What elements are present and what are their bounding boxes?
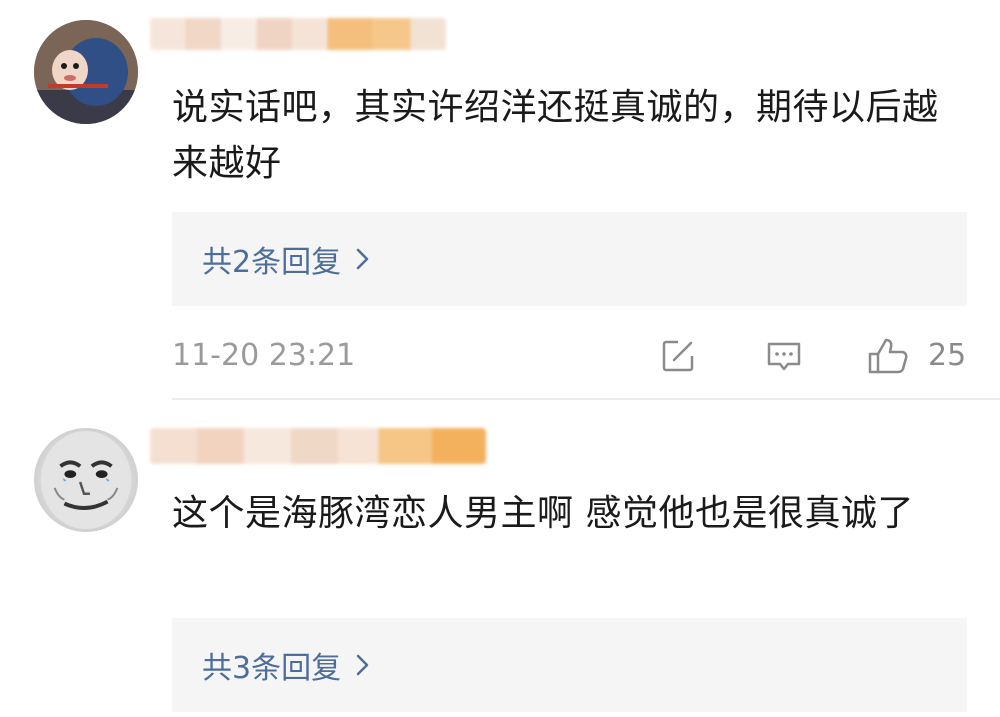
comment-bubble-icon	[767, 342, 801, 371]
chevron-right-icon	[356, 654, 369, 676]
comment-item: 说实话吧，其实许绍洋还挺真诚的，期待以后越来越好 共2条回复 11-20 23:…	[0, 0, 1000, 398]
reply-button[interactable]	[764, 336, 804, 376]
timestamp: 11-20 23:21	[172, 338, 356, 373]
comment-item: 这个是海豚湾恋人男主啊 感觉他也是很真诚了 共3条回复	[0, 398, 1000, 717]
username-blurred[interactable]	[150, 428, 486, 464]
chevron-right-icon	[356, 248, 369, 270]
comment-text: 说实话吧，其实许绍洋还挺真诚的，期待以后越来越好	[172, 87, 939, 184]
view-replies-button[interactable]: 共2条回复	[172, 212, 967, 306]
view-replies-button[interactable]: 共3条回复	[172, 618, 967, 712]
replies-count-label: 共3条回复	[202, 651, 342, 686]
like-button[interactable]: 25	[866, 336, 966, 376]
share-button[interactable]	[658, 336, 698, 376]
cartoon-character-avatar-icon	[34, 20, 138, 124]
comment-text: 这个是海豚湾恋人男主啊 感觉他也是很真诚了	[172, 493, 914, 534]
share-square-icon	[662, 340, 694, 372]
replies-count-label: 共2条回复	[202, 245, 342, 280]
thumbs-up-icon	[868, 338, 908, 374]
avatar[interactable]	[34, 428, 138, 532]
comment-meta-row: 11-20 23:21 25	[172, 336, 972, 376]
username-blurred[interactable]	[150, 18, 446, 50]
avatar[interactable]	[34, 20, 138, 124]
like-count: 25	[928, 338, 967, 373]
meme-face-avatar-icon	[40, 430, 132, 530]
